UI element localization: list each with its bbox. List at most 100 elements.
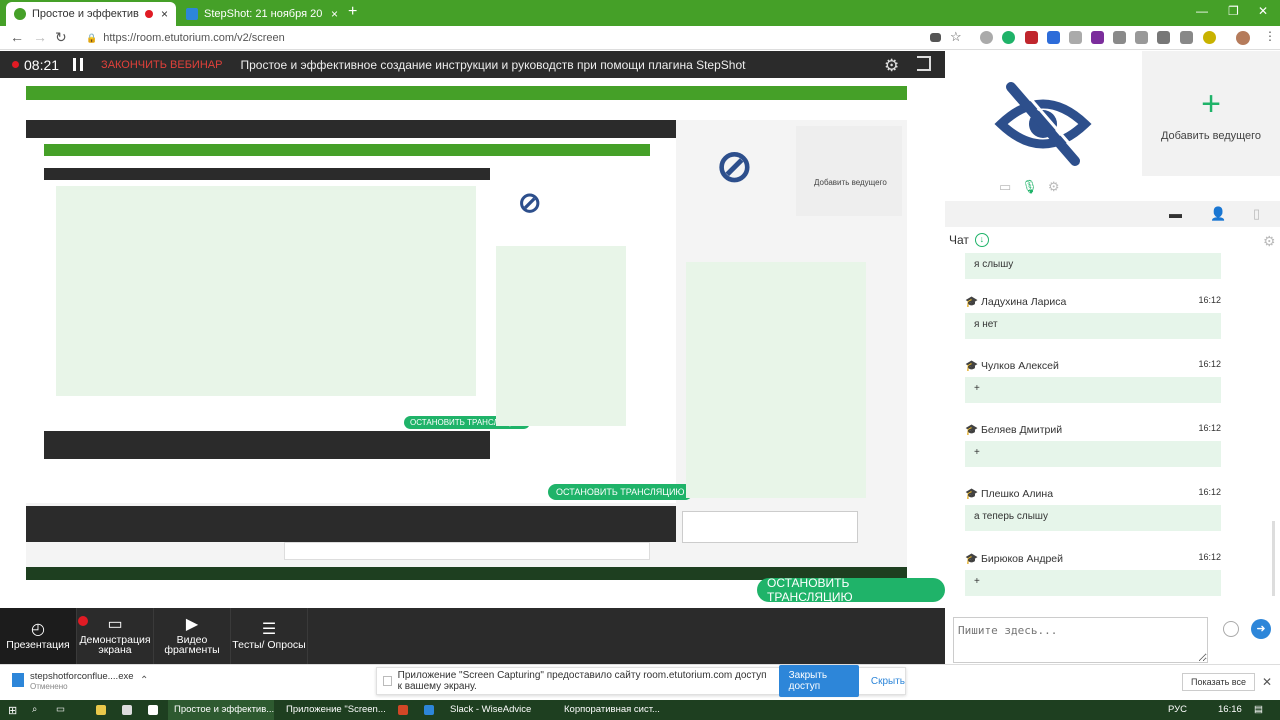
extension-icon[interactable] xyxy=(1069,31,1082,44)
tab-stepshot[interactable]: StepShot: 21 ноября 2018 г. 16: × xyxy=(178,2,346,26)
forward-icon[interactable]: → xyxy=(33,29,47,45)
chat-message: 🎓 Ладухина Лариса 16:12 я нет xyxy=(965,295,1221,339)
tab-webinar[interactable]: Простое и эффективное со × xyxy=(6,2,176,26)
pause-button[interactable] xyxy=(73,58,84,71)
file-explorer-icon[interactable] xyxy=(96,705,106,715)
download-item[interactable]: stepshotforconflue....exe Отменено xyxy=(12,671,134,691)
chevron-up-icon[interactable]: ⌃ xyxy=(140,675,148,686)
bookmark-star-icon[interactable]: ☆ xyxy=(950,29,962,45)
windows-start-icon[interactable]: ⊞ xyxy=(8,704,17,717)
microphone-icon[interactable]: 🎙 xyxy=(1021,179,1038,195)
clock[interactable]: 16:16 xyxy=(1218,704,1242,715)
screen-demo-button[interactable]: ▭ Демонстрация экрана xyxy=(77,608,154,664)
url-text: https://room.etutorium.com/v2/screen xyxy=(103,32,285,44)
camera-icon[interactable] xyxy=(930,33,941,42)
extension-icon[interactable] xyxy=(1002,31,1015,44)
play-icon: ▶ xyxy=(185,615,199,633)
extension-icon[interactable] xyxy=(1113,31,1126,44)
extension-icon[interactable] xyxy=(980,31,993,44)
captured-tabstrip xyxy=(26,86,907,100)
hide-button[interactable]: Скрыть xyxy=(871,676,905,687)
profile-avatar[interactable] xyxy=(1236,31,1250,45)
taskbar-item-chrome-webinar[interactable]: Простое и эффектив... xyxy=(168,700,274,720)
file-icon xyxy=(12,673,24,687)
cap-icon: 🎓 xyxy=(965,553,981,565)
tests-polls-button[interactable]: ☰ Тесты/ Опросы xyxy=(231,608,308,664)
new-tab-icon[interactable]: + xyxy=(348,3,357,21)
send-button[interactable]: ➜ xyxy=(1251,619,1271,639)
stepshot-favicon-icon xyxy=(186,8,198,20)
camera-icon[interactable]: ▭ xyxy=(999,179,1011,195)
close-tab-icon[interactable]: × xyxy=(331,7,338,21)
show-all-button[interactable]: Показать все xyxy=(1182,673,1255,691)
url-field[interactable]: 🔒 https://room.etutorium.com/v2/screen xyxy=(86,29,946,47)
mail-icon[interactable] xyxy=(148,705,158,715)
message-text: я нет xyxy=(965,313,1221,339)
video-fragments-button[interactable]: ▶ Видео фрагменты xyxy=(154,608,231,664)
maximize-icon[interactable]: ❐ xyxy=(1228,4,1239,18)
minimize-icon[interactable]: — xyxy=(1196,4,1208,18)
exit-icon[interactable] xyxy=(917,56,931,71)
extension-icon[interactable] xyxy=(1047,31,1060,44)
close-access-button[interactable]: Закрыть доступ xyxy=(778,665,859,697)
back-icon[interactable]: ← xyxy=(10,29,24,45)
chat-message: 🎓 Бирюков Андрей 16:12 + xyxy=(965,552,1221,596)
close-tab-icon[interactable]: × xyxy=(161,7,168,21)
chat-scrollbar[interactable] xyxy=(1272,521,1275,596)
office-icon[interactable] xyxy=(398,705,408,715)
chat-message: я слышу xyxy=(965,253,1221,279)
toolbar-label: Видео фрагменты xyxy=(164,633,220,656)
menu-kebab-icon[interactable]: ⋮ xyxy=(1264,29,1276,43)
captured-permission-bar xyxy=(284,542,650,560)
extension-icon[interactable] xyxy=(1157,31,1170,44)
chat-message: 🎓 Беляев Дмитрий 16:12 + xyxy=(965,423,1221,467)
files-tab-icon[interactable]: ▯ xyxy=(1253,206,1260,222)
cap-icon: 🎓 xyxy=(965,424,981,436)
recording-icon xyxy=(145,10,153,18)
stop-broadcast-button[interactable]: ОСТАНОВИТЬ ТРАНСЛЯЦИЮ xyxy=(757,576,945,604)
close-icon[interactable]: ✕ xyxy=(1262,675,1272,689)
extension-icon[interactable] xyxy=(1135,31,1148,44)
extension-icon[interactable] xyxy=(1091,31,1104,44)
captured-toolbar xyxy=(26,506,676,542)
tab-title: Простое и эффективное со xyxy=(32,8,139,20)
participants-tab-icon[interactable]: 👤 xyxy=(1210,206,1226,222)
chat-settings-gear-icon[interactable]: ⚙ xyxy=(1263,233,1276,250)
skype-icon[interactable] xyxy=(424,705,434,715)
chat-input[interactable] xyxy=(953,617,1208,663)
emoji-icon[interactable] xyxy=(1223,621,1239,637)
captured-eye-icon: ⊘ xyxy=(716,142,753,191)
extension-icon[interactable] xyxy=(1203,31,1216,44)
captured-stop-button: ОСТАНОВИТЬ ТРАНСЛЯЦИЮ xyxy=(548,484,693,500)
presentation-button[interactable]: ◴ Презентация xyxy=(0,608,77,664)
notifications-icon[interactable]: ▤ xyxy=(1254,704,1263,715)
app-icon[interactable] xyxy=(122,705,132,715)
recording-dot-icon xyxy=(12,61,19,68)
video-off-eye-icon xyxy=(994,80,1092,166)
taskbar-item-slack[interactable]: Slack - WiseAdvice xyxy=(450,704,531,715)
end-webinar-button[interactable]: ЗАКОНЧИТЬ ВЕБИНАР xyxy=(101,59,222,71)
extension-icon[interactable] xyxy=(1180,31,1193,44)
captured-addressbar xyxy=(26,100,907,120)
task-view-icon[interactable]: ▭ xyxy=(56,704,65,715)
captured-eye-icon: ⊘ xyxy=(518,187,542,218)
language-indicator[interactable]: РУС xyxy=(1168,704,1187,715)
chat-messages: я слышу 🎓 Ладухина Лариса 16:12 я нет 🎓 Ч… xyxy=(945,253,1280,608)
message-time: 16:12 xyxy=(1198,359,1221,369)
taskbar-item-corporate[interactable]: Корпоративная сист... xyxy=(564,704,660,715)
settings-gear-icon[interactable]: ⚙ xyxy=(1048,179,1060,195)
webinar-timer: 08:21 xyxy=(24,56,60,73)
chat-tab-icon[interactable]: ▬ xyxy=(1169,206,1182,221)
taskbar-item-screen-capturing[interactable]: Приложение "Screen... xyxy=(286,704,386,715)
toolbar-label: Тесты/ Опросы xyxy=(232,638,306,651)
close-window-icon[interactable]: ✕ xyxy=(1258,4,1268,18)
add-presenter-button[interactable]: + Добавить ведущего xyxy=(1142,51,1280,176)
toolbar-label: Презентация xyxy=(6,638,70,651)
captured-header xyxy=(26,120,676,138)
chat-info-icon[interactable]: ↓ xyxy=(974,233,989,247)
extension-icon[interactable] xyxy=(1025,31,1038,44)
settings-gear-icon[interactable]: ⚙ xyxy=(884,56,899,76)
reload-icon[interactable]: ↻ xyxy=(55,29,67,46)
search-icon[interactable]: ⌕ xyxy=(32,704,37,715)
chat-header: Чат ↓ xyxy=(949,233,989,247)
